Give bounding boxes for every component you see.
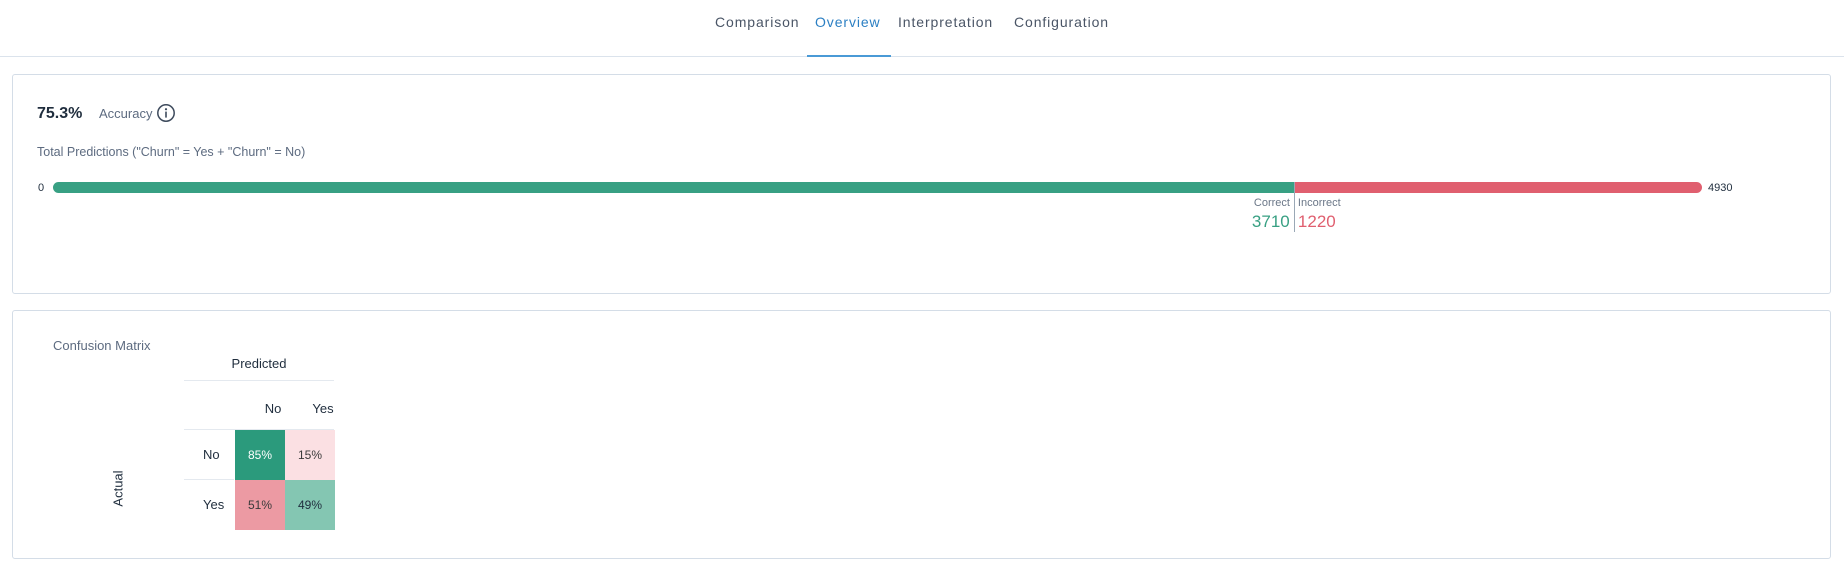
incorrect-label: Incorrect xyxy=(1297,197,1341,209)
accuracy-label: Accuracy xyxy=(99,106,153,121)
row-header-yes: Yes xyxy=(203,497,225,512)
total-predictions-label: Total Predictions ("Churn" = Yes + "Chur… xyxy=(37,145,306,159)
tab-overview[interactable]: Overview xyxy=(815,0,881,57)
correct-segment xyxy=(53,182,1294,193)
matrix-cell-no-yes: 15% xyxy=(285,430,335,480)
tab-interpretation[interactable]: Interpretation xyxy=(898,0,993,57)
incorrect-count: 1220 xyxy=(1297,212,1336,231)
confusion-matrix-title: Confusion Matrix xyxy=(53,338,151,353)
row-divider xyxy=(184,479,234,480)
tab-configuration[interactable]: Configuration xyxy=(1014,0,1109,57)
column-header-yes: Yes xyxy=(312,401,334,416)
accuracy-value: 75.3% xyxy=(37,105,83,122)
confusion-matrix-card: Confusion Matrix Predicted No Yes No Yes… xyxy=(12,310,1831,559)
bar-max-label: 4930 xyxy=(1708,182,1733,194)
column-header-no: No xyxy=(264,401,282,416)
incorrect-segment xyxy=(1293,182,1702,193)
info-icon[interactable] xyxy=(156,103,176,123)
accuracy-card: 75.3% Accuracy Total Predictions ("Churn… xyxy=(12,74,1831,294)
matrix-cell-yes-no: 51% xyxy=(235,480,285,530)
bar-split-marker xyxy=(1293,182,1295,232)
row-header-no: No xyxy=(203,447,220,462)
tab-comparison[interactable]: Comparison xyxy=(715,0,799,57)
matrix-cell-no-no: 85% xyxy=(235,430,285,480)
header-divider xyxy=(184,380,334,381)
active-tab-indicator xyxy=(807,55,891,57)
bar-min-label: 0 xyxy=(38,182,45,194)
view-tabs: Comparison Overview Interpretation Confi… xyxy=(0,0,1844,57)
actual-axis-label: Actual xyxy=(110,470,126,507)
predicted-axis-label: Predicted xyxy=(231,356,287,371)
prediction-bar xyxy=(53,182,1702,193)
correct-count: 3710 xyxy=(1251,212,1290,231)
correct-label: Correct xyxy=(1253,197,1290,209)
matrix-cell-yes-yes: 49% xyxy=(285,480,335,530)
